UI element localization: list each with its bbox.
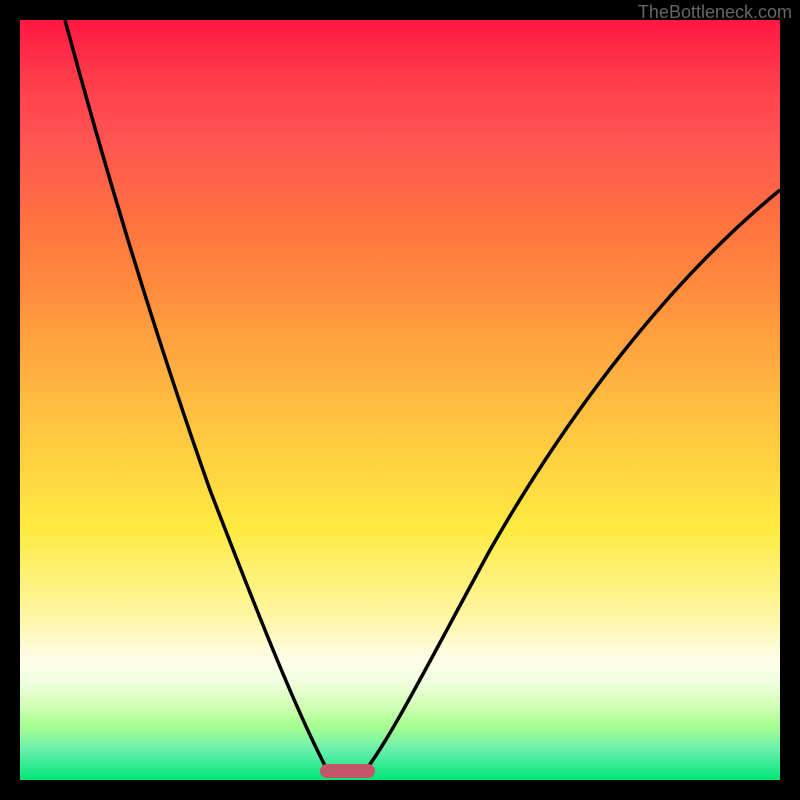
optimal-marker — [320, 764, 375, 778]
watermark-text: TheBottleneck.com — [638, 2, 792, 23]
left-curve-path — [65, 20, 330, 775]
chart-container — [20, 20, 780, 780]
right-curve-path — [362, 190, 780, 775]
curve-plot — [20, 20, 780, 780]
